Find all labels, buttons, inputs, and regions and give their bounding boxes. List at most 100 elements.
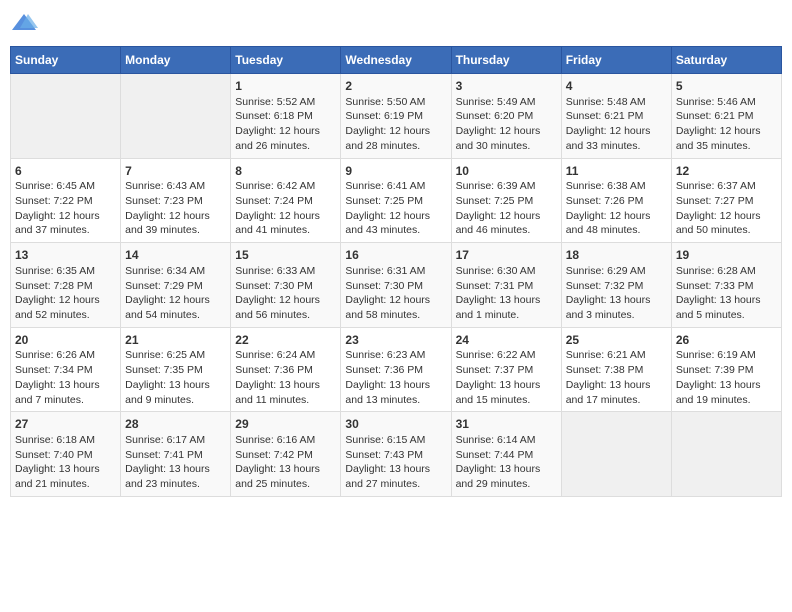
day-info-line: Daylight: 12 hours: [456, 124, 557, 139]
day-info-line: Sunset: 7:40 PM: [15, 448, 116, 463]
day-cell: 10Sunrise: 6:39 AMSunset: 7:25 PMDayligh…: [451, 158, 561, 243]
day-info-line: Daylight: 13 hours: [125, 462, 226, 477]
day-cell: 24Sunrise: 6:22 AMSunset: 7:37 PMDayligh…: [451, 327, 561, 412]
day-cell: 7Sunrise: 6:43 AMSunset: 7:23 PMDaylight…: [121, 158, 231, 243]
day-info-line: Sunset: 7:36 PM: [345, 363, 446, 378]
day-info-line: and 13 minutes.: [345, 393, 446, 408]
day-info-line: Daylight: 13 hours: [345, 462, 446, 477]
day-info-line: and 15 minutes.: [456, 393, 557, 408]
day-info-line: Sunset: 7:32 PM: [566, 279, 667, 294]
day-info-line: Sunset: 7:27 PM: [676, 194, 777, 209]
day-info-line: Sunrise: 5:50 AM: [345, 95, 446, 110]
day-number: 11: [566, 163, 667, 180]
day-info-line: and 19 minutes.: [676, 393, 777, 408]
day-info-line: and 27 minutes.: [345, 477, 446, 492]
day-cell: 29Sunrise: 6:16 AMSunset: 7:42 PMDayligh…: [231, 412, 341, 497]
page-header: [10, 10, 782, 38]
day-info-line: Daylight: 12 hours: [456, 209, 557, 224]
day-info-line: Sunset: 6:21 PM: [566, 109, 667, 124]
day-info-line: Sunset: 7:42 PM: [235, 448, 336, 463]
day-info-line: Sunset: 7:36 PM: [235, 363, 336, 378]
day-info-line: Sunset: 6:21 PM: [676, 109, 777, 124]
day-info-line: Sunrise: 6:23 AM: [345, 348, 446, 363]
day-cell: 1Sunrise: 5:52 AMSunset: 6:18 PMDaylight…: [231, 74, 341, 159]
day-info-line: Daylight: 13 hours: [566, 293, 667, 308]
day-info-line: Daylight: 12 hours: [235, 293, 336, 308]
day-info-line: Sunset: 7:24 PM: [235, 194, 336, 209]
day-info-line: and 3 minutes.: [566, 308, 667, 323]
day-info-line: and 1 minute.: [456, 308, 557, 323]
day-info-line: and 5 minutes.: [676, 308, 777, 323]
calendar-header-row: SundayMondayTuesdayWednesdayThursdayFrid…: [11, 47, 782, 74]
day-cell: 26Sunrise: 6:19 AMSunset: 7:39 PMDayligh…: [671, 327, 781, 412]
day-info-line: Sunrise: 6:18 AM: [15, 433, 116, 448]
day-info-line: Daylight: 13 hours: [676, 378, 777, 393]
day-info-line: Sunset: 7:35 PM: [125, 363, 226, 378]
day-info-line: and 58 minutes.: [345, 308, 446, 323]
day-info-line: Sunrise: 6:24 AM: [235, 348, 336, 363]
day-info-line: Daylight: 12 hours: [125, 293, 226, 308]
day-info-line: Daylight: 12 hours: [235, 124, 336, 139]
day-info-line: and 28 minutes.: [345, 139, 446, 154]
logo: [10, 10, 42, 38]
day-info-line: Sunset: 7:30 PM: [235, 279, 336, 294]
day-info-line: Sunrise: 6:39 AM: [456, 179, 557, 194]
day-info-line: Sunrise: 6:31 AM: [345, 264, 446, 279]
day-info-line: Sunset: 7:25 PM: [345, 194, 446, 209]
day-info-line: Daylight: 12 hours: [345, 124, 446, 139]
day-number: 17: [456, 247, 557, 264]
day-cell: 9Sunrise: 6:41 AMSunset: 7:25 PMDaylight…: [341, 158, 451, 243]
day-info-line: and 41 minutes.: [235, 223, 336, 238]
day-info-line: Sunrise: 6:25 AM: [125, 348, 226, 363]
day-info-line: and 50 minutes.: [676, 223, 777, 238]
day-number: 22: [235, 332, 336, 349]
day-info-line: and 56 minutes.: [235, 308, 336, 323]
day-cell: 21Sunrise: 6:25 AMSunset: 7:35 PMDayligh…: [121, 327, 231, 412]
header-friday: Friday: [561, 47, 671, 74]
day-info-line: Sunrise: 6:26 AM: [15, 348, 116, 363]
day-number: 21: [125, 332, 226, 349]
day-info-line: Sunrise: 6:19 AM: [676, 348, 777, 363]
day-info-line: Daylight: 13 hours: [235, 378, 336, 393]
day-cell: 5Sunrise: 5:46 AMSunset: 6:21 PMDaylight…: [671, 74, 781, 159]
day-info-line: Daylight: 13 hours: [456, 378, 557, 393]
day-info-line: and 54 minutes.: [125, 308, 226, 323]
day-info-line: Daylight: 12 hours: [235, 209, 336, 224]
day-info-line: and 30 minutes.: [456, 139, 557, 154]
day-info-line: and 35 minutes.: [676, 139, 777, 154]
day-info-line: Sunrise: 6:45 AM: [15, 179, 116, 194]
day-info-line: Sunset: 6:18 PM: [235, 109, 336, 124]
day-info-line: and 21 minutes.: [15, 477, 116, 492]
day-cell: 25Sunrise: 6:21 AMSunset: 7:38 PMDayligh…: [561, 327, 671, 412]
day-info-line: Sunrise: 6:38 AM: [566, 179, 667, 194]
day-number: 25: [566, 332, 667, 349]
day-info-line: and 37 minutes.: [15, 223, 116, 238]
day-info-line: Sunrise: 6:35 AM: [15, 264, 116, 279]
day-cell: 16Sunrise: 6:31 AMSunset: 7:30 PMDayligh…: [341, 243, 451, 328]
day-info-line: Sunset: 7:31 PM: [456, 279, 557, 294]
header-saturday: Saturday: [671, 47, 781, 74]
day-info-line: Sunrise: 6:34 AM: [125, 264, 226, 279]
day-info-line: and 48 minutes.: [566, 223, 667, 238]
day-info-line: Sunset: 7:25 PM: [456, 194, 557, 209]
day-info-line: Sunset: 7:38 PM: [566, 363, 667, 378]
day-info-line: Daylight: 12 hours: [125, 209, 226, 224]
day-number: 23: [345, 332, 446, 349]
day-number: 7: [125, 163, 226, 180]
day-info-line: Daylight: 13 hours: [235, 462, 336, 477]
day-number: 1: [235, 78, 336, 95]
day-cell: 12Sunrise: 6:37 AMSunset: 7:27 PMDayligh…: [671, 158, 781, 243]
header-wednesday: Wednesday: [341, 47, 451, 74]
day-info-line: Daylight: 12 hours: [15, 209, 116, 224]
day-cell: 27Sunrise: 6:18 AMSunset: 7:40 PMDayligh…: [11, 412, 121, 497]
day-cell: 23Sunrise: 6:23 AMSunset: 7:36 PMDayligh…: [341, 327, 451, 412]
day-info-line: Sunrise: 5:46 AM: [676, 95, 777, 110]
day-number: 13: [15, 247, 116, 264]
day-cell: 2Sunrise: 5:50 AMSunset: 6:19 PMDaylight…: [341, 74, 451, 159]
day-info-line: Sunset: 7:41 PM: [125, 448, 226, 463]
day-cell: 8Sunrise: 6:42 AMSunset: 7:24 PMDaylight…: [231, 158, 341, 243]
day-info-line: Daylight: 12 hours: [566, 209, 667, 224]
day-number: 26: [676, 332, 777, 349]
day-info-line: Daylight: 13 hours: [345, 378, 446, 393]
day-cell: 18Sunrise: 6:29 AMSunset: 7:32 PMDayligh…: [561, 243, 671, 328]
